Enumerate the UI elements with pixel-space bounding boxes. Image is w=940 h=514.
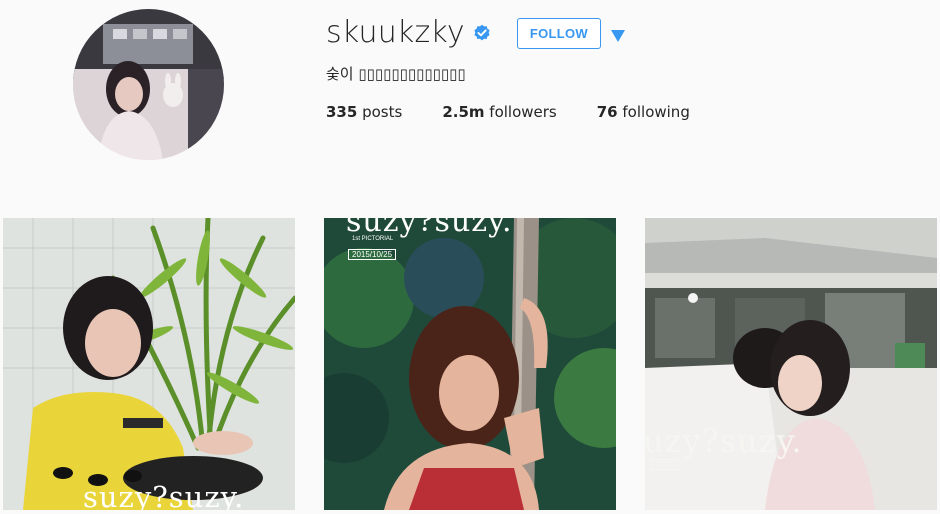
following-value: 76 — [596, 103, 618, 121]
avatar-image — [73, 9, 224, 160]
post-2-image — [324, 218, 616, 510]
posts-count: 335 posts — [326, 100, 402, 124]
grid-post-3[interactable]: uzy?suzy. 10/25 — [645, 218, 937, 510]
following-label: following — [622, 103, 690, 121]
post-1-image — [3, 218, 295, 510]
username: skuukzky — [326, 15, 465, 50]
posts-value: 335 — [326, 103, 358, 121]
dropdown-arrow-icon[interactable] — [611, 27, 626, 42]
profile-bio: 숮이 ▯▯▯▯▯▯▯▯▯▯▯▯▯ — [326, 65, 466, 83]
profile-page: skuukzky FOLLOW 숮이 ▯▯▯▯▯▯▯▯▯▯▯▯▯ 335 pos… — [0, 0, 940, 514]
posts-label: posts — [362, 103, 403, 121]
followers-label: followers — [489, 103, 557, 121]
grid-post-2[interactable]: suzy?suzy. 1st PICTORIAL 2015/10/25 — [324, 218, 616, 510]
follow-button[interactable]: FOLLOW — [516, 17, 602, 49]
grid-post-1[interactable]: suzy?suzy. — [3, 218, 295, 510]
post-2-overlay-date: 2015/10/25 — [348, 249, 397, 260]
followers-value: 2.5m — [442, 103, 485, 121]
post-2-overlay-subtitle: 1st PICTORIAL — [352, 236, 394, 242]
post-3-image — [645, 218, 937, 510]
verified-badge-icon — [473, 24, 491, 42]
post-3-overlay-date: 10/25 — [651, 459, 680, 470]
post-1-overlay-text: suzy?suzy. — [83, 480, 245, 510]
followers-count[interactable]: 2.5m followers — [442, 100, 556, 124]
username-row: skuukzky FOLLOW — [326, 11, 626, 55]
profile-avatar[interactable] — [73, 9, 224, 160]
following-count[interactable]: 76 following — [597, 100, 690, 124]
post-3-overlay-text: uzy?suzy. — [645, 422, 803, 460]
profile-stats: 335 posts 2.5m followers 76 following — [326, 100, 730, 124]
